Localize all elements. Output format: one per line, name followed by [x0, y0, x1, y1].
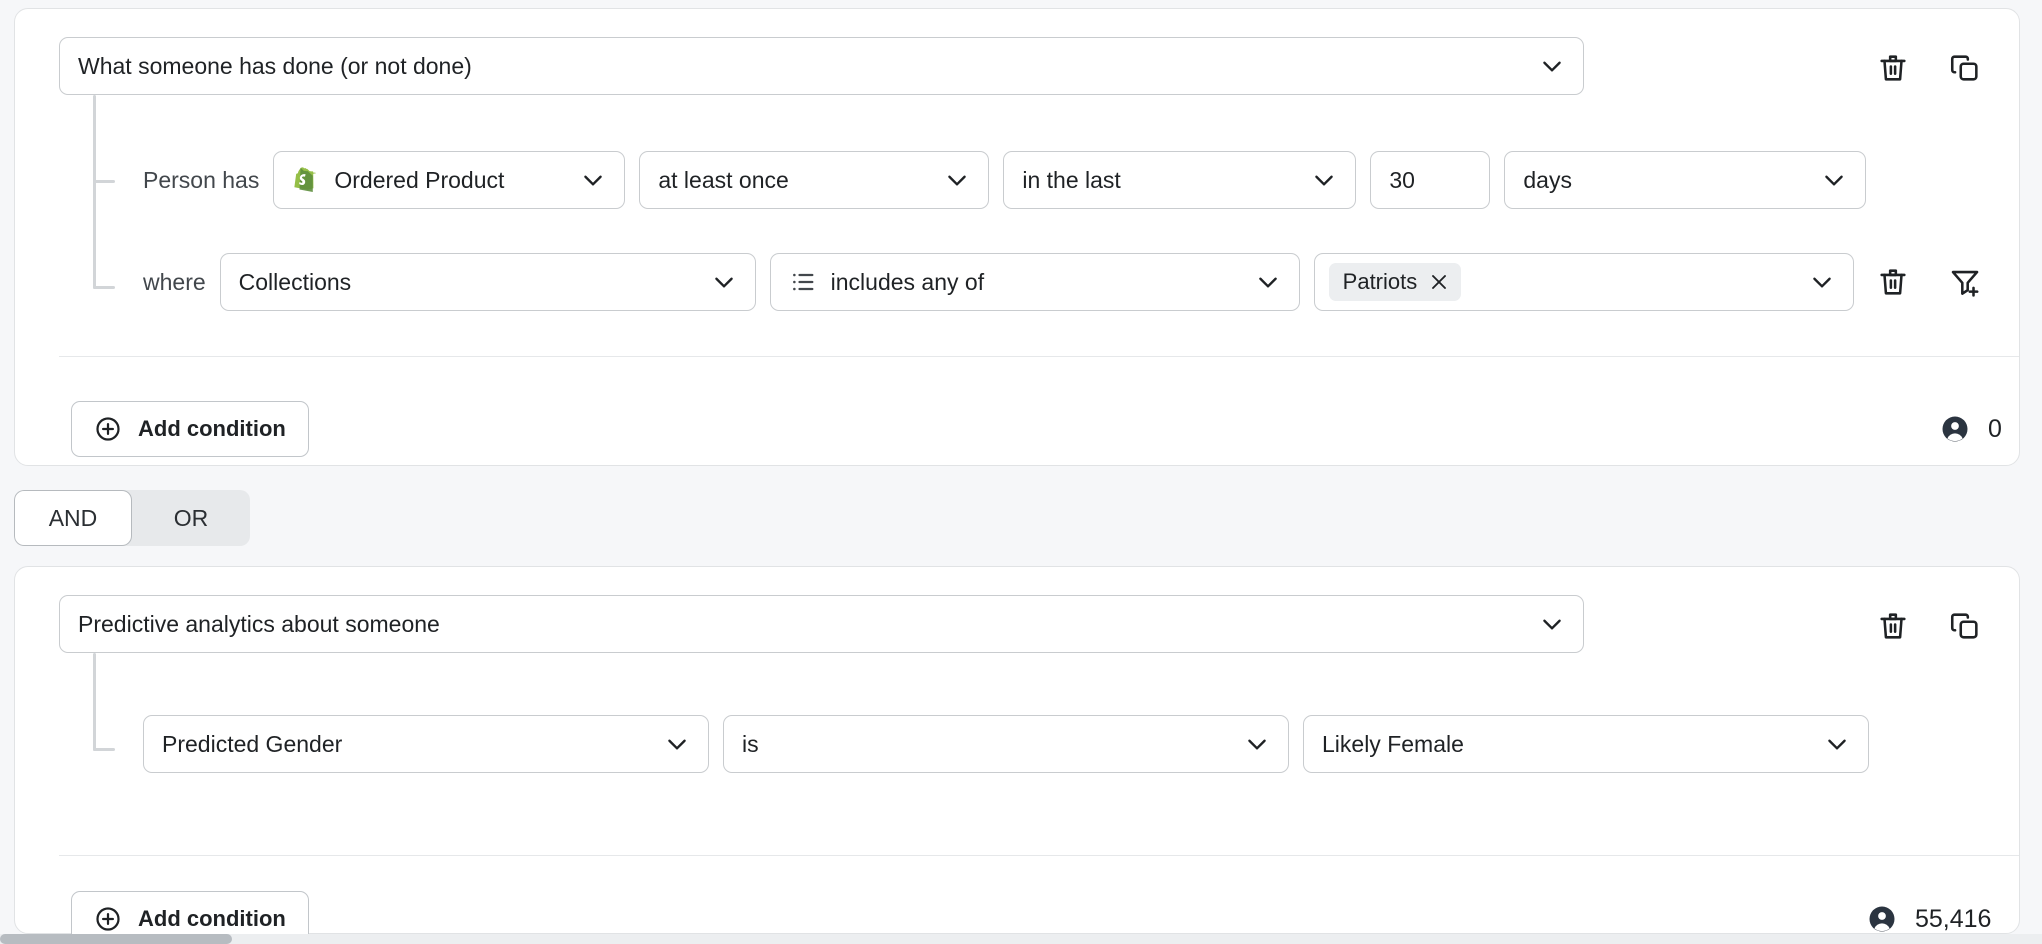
close-icon[interactable]	[1429, 272, 1449, 292]
timeframe-select[interactable]: in the last	[1003, 151, 1356, 209]
audience-count-2: 55,416	[1867, 904, 1991, 934]
attribute-value-select[interactable]: Likely Female	[1303, 715, 1869, 773]
chip-label: Patriots	[1343, 269, 1418, 295]
metric-value: Ordered Product	[334, 167, 570, 194]
condition-type-row-1: What someone has done (or not done)	[59, 37, 1975, 95]
copy-icon[interactable]	[1948, 51, 1982, 85]
condition-group-card-1: What someone has done (or not done)	[14, 8, 2020, 466]
scrollbar-thumb[interactable]	[0, 934, 232, 944]
chevron-down-icon	[1244, 731, 1270, 757]
add-condition-label-2: Add condition	[138, 906, 286, 932]
condition-type-value-2: Predictive analytics about someone	[78, 611, 1529, 638]
chevron-down-icon	[1824, 731, 1850, 757]
chevron-down-icon	[1255, 269, 1281, 295]
operator-select[interactable]: includes any of	[770, 253, 1300, 311]
dimension-value: Collections	[239, 269, 701, 296]
chevron-down-icon	[1821, 167, 1847, 193]
chevron-down-icon	[944, 167, 970, 193]
logic-option-and[interactable]: AND	[14, 490, 132, 546]
trash-icon[interactable]	[1876, 265, 1910, 299]
shopify-icon	[292, 165, 322, 195]
condition-type-select-1[interactable]: What someone has done (or not done)	[59, 37, 1584, 95]
person-icon	[1867, 904, 1897, 934]
condition-row-1-2: where Collections includes any of	[143, 253, 1854, 311]
attribute-operator-value: is	[742, 731, 1234, 758]
horizontal-scrollbar[interactable]	[0, 934, 2042, 944]
operator-value: includes any of	[831, 269, 1245, 296]
chevron-down-icon	[711, 269, 737, 295]
values-multiselect[interactable]: Patriots	[1314, 253, 1854, 311]
amount-input[interactable]: 30	[1370, 151, 1490, 209]
attribute-value-value: Likely Female	[1322, 731, 1814, 758]
segment-builder-canvas: What someone has done (or not done)	[0, 0, 2042, 944]
plus-circle-icon	[94, 905, 122, 933]
chevron-down-icon	[1539, 611, 1565, 637]
row-actions-1-2	[1876, 265, 1982, 299]
condition-row-1-1: Person has Ordered Product	[143, 151, 1866, 209]
timeframe-value: in the last	[1022, 167, 1301, 194]
chevron-down-icon	[1809, 269, 1835, 295]
logic-option-or[interactable]: OR	[132, 490, 250, 546]
audience-count-1: 0	[1940, 414, 2002, 444]
add-condition-button-1[interactable]: Add condition	[71, 401, 309, 457]
card-divider-1	[59, 356, 2019, 357]
audience-count-value-1: 0	[1988, 415, 2002, 444]
condition-type-row-2: Predictive analytics about someone	[59, 595, 1975, 653]
condition-row-2-1: Predicted Gender is Likely Female	[143, 715, 1869, 773]
attribute-operator-select[interactable]: is	[723, 715, 1289, 773]
unit-select[interactable]: days	[1504, 151, 1866, 209]
tree-connector-2	[93, 653, 133, 763]
dimension-select[interactable]: Collections	[220, 253, 756, 311]
copy-icon[interactable]	[1948, 609, 1982, 643]
chevron-down-icon	[580, 167, 606, 193]
chevron-down-icon	[1311, 167, 1337, 193]
tree-connector-1	[93, 95, 133, 295]
condition-group-card-2: Predictive analytics about someone	[14, 566, 2020, 934]
condition-type-value-1: What someone has done (or not done)	[78, 53, 1529, 80]
frequency-value: at least once	[658, 167, 934, 194]
trash-icon[interactable]	[1876, 609, 1910, 643]
card-divider-2	[59, 855, 2019, 856]
chevron-down-icon	[664, 731, 690, 757]
value-chip-patriots[interactable]: Patriots	[1329, 263, 1462, 301]
logic-operator-toggle[interactable]: AND OR	[14, 490, 250, 546]
condition-type-select-2[interactable]: Predictive analytics about someone	[59, 595, 1584, 653]
list-icon	[789, 268, 817, 296]
unit-value: days	[1523, 167, 1811, 194]
plus-circle-icon	[94, 415, 122, 443]
group-actions-1	[1876, 51, 1982, 85]
frequency-select[interactable]: at least once	[639, 151, 989, 209]
person-icon	[1940, 414, 1970, 444]
trash-icon[interactable]	[1876, 51, 1910, 85]
row-label-person-has: Person has	[143, 167, 259, 194]
attribute-select[interactable]: Predicted Gender	[143, 715, 709, 773]
row-label-where: where	[143, 269, 206, 296]
amount-value: 30	[1389, 167, 1415, 194]
metric-select[interactable]: Ordered Product	[273, 151, 625, 209]
audience-count-value-2: 55,416	[1915, 905, 1991, 934]
attribute-value: Predicted Gender	[162, 731, 654, 758]
filter-plus-icon[interactable]	[1948, 265, 1982, 299]
add-condition-label-1: Add condition	[138, 416, 286, 442]
group-actions-2	[1876, 609, 1982, 643]
chevron-down-icon	[1539, 53, 1565, 79]
